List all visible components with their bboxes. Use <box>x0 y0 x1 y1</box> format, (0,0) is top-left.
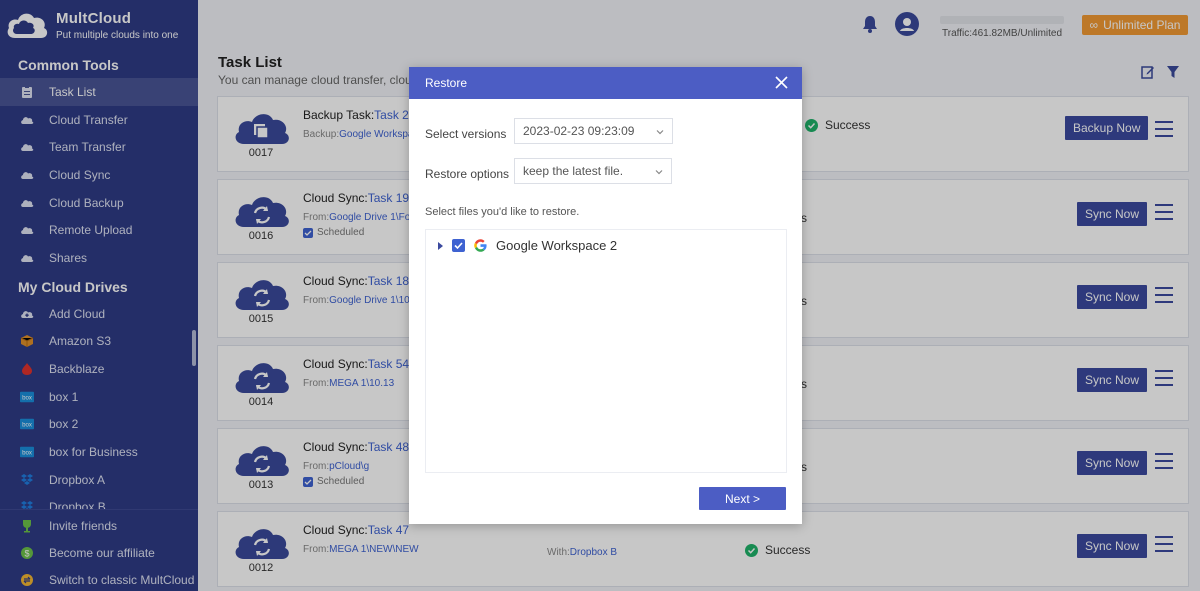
restore-option-select[interactable]: keep the latest file. <box>514 158 672 184</box>
version-value: 2023-02-23 09:23:09 <box>523 124 635 138</box>
dialog-header: Restore <box>409 67 802 99</box>
restore-option-value: keep the latest file. <box>523 164 624 178</box>
tree-item-google-workspace[interactable]: Google Workspace 2 <box>438 238 617 253</box>
dialog-title: Restore <box>425 76 468 90</box>
file-tree: Google Workspace 2 <box>425 229 787 473</box>
version-select[interactable]: 2023-02-23 09:23:09 <box>514 118 673 144</box>
google-workspace-icon <box>474 239 487 252</box>
expand-arrow-icon[interactable] <box>438 241 443 250</box>
close-icon[interactable] <box>775 76 788 89</box>
select-versions-label: Select versions <box>425 127 507 141</box>
restore-dialog: Restore Select versions 2023-02-23 09:23… <box>409 67 802 524</box>
next-button[interactable]: Next > <box>699 487 786 510</box>
tree-item-label: Google Workspace 2 <box>496 238 618 253</box>
chevron-down-icon <box>655 170 663 175</box>
select-files-hint: Select files you'd like to restore. <box>425 206 580 218</box>
checkbox[interactable] <box>452 239 465 252</box>
restore-options-label: Restore options <box>425 167 510 181</box>
chevron-down-icon <box>656 130 664 135</box>
